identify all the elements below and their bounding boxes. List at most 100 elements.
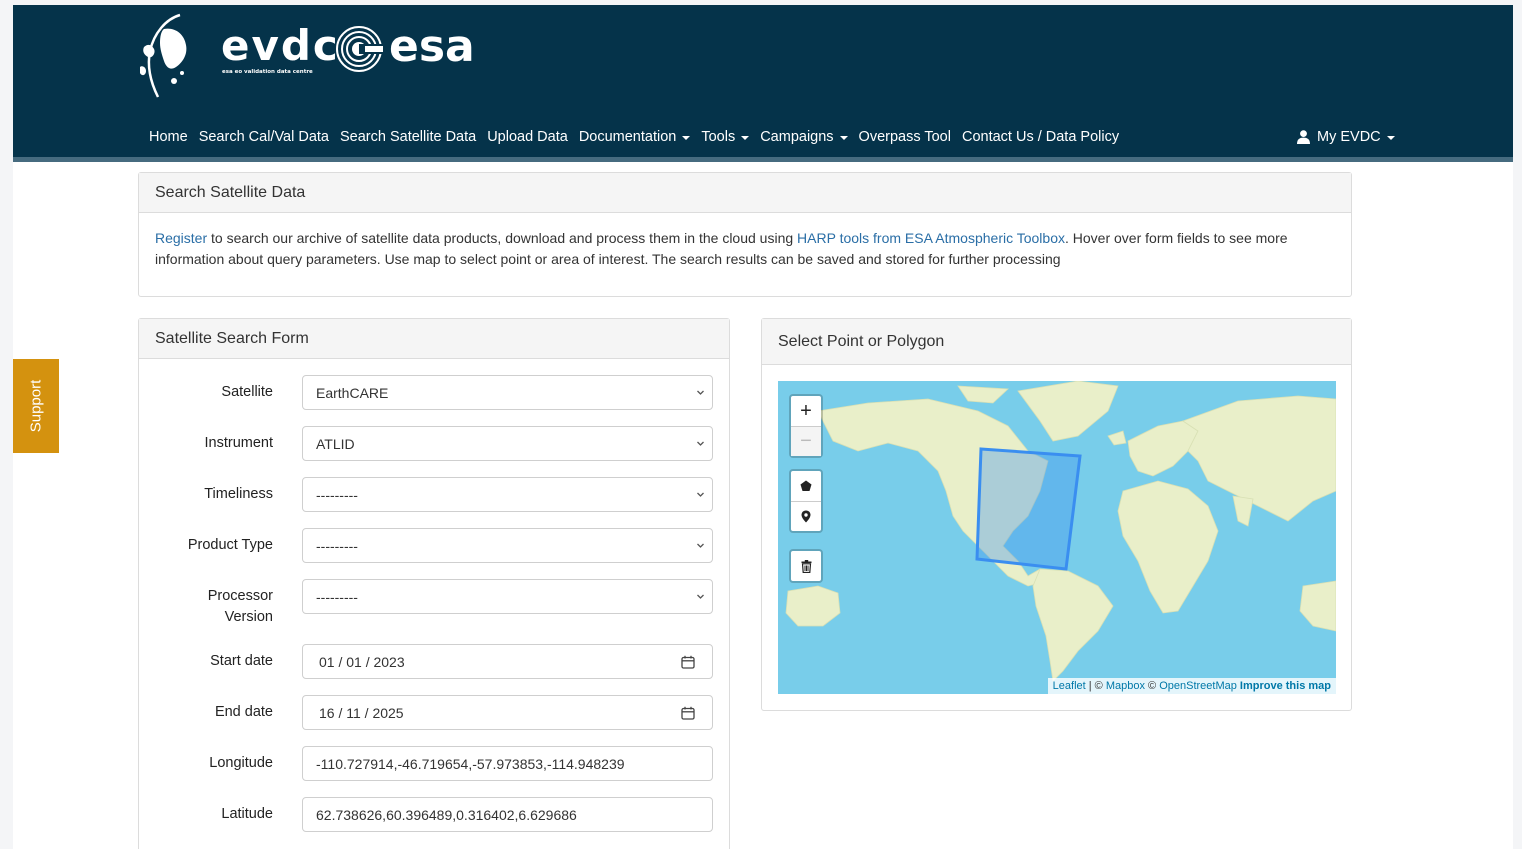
input-value: -110.727914,-46.719654,-57.973853,-114.9… [316, 755, 625, 772]
nav-label: Overpass Tool [858, 129, 951, 145]
caret-down-icon [682, 136, 691, 140]
zoom-control: + − [789, 394, 823, 458]
panel-title: Search Satellite Data [139, 173, 1351, 213]
nav-label: Tools [701, 129, 736, 145]
map-attribution: Leaflet | © Mapbox © OpenStreetMap Impro… [1047, 678, 1336, 694]
nav-label: Search Satellite Data [339, 129, 477, 145]
search-satellite-data-panel: Search Satellite Data Register to search… [138, 172, 1352, 297]
panel-title: Satellite Search Form [139, 319, 729, 359]
support-tab[interactable]: Support [13, 359, 59, 453]
date-value: 01 / 01 / 2023 [319, 653, 405, 670]
satellite-label: Satellite [221, 384, 273, 400]
caret-down-icon [839, 136, 848, 140]
intro-text-part: to search our archive of satellite data … [207, 230, 798, 246]
zoom-in-button[interactable]: + [791, 396, 821, 426]
start-date-label: Start date [210, 653, 273, 669]
nav-campaigns-dropdown[interactable]: Campaigns [760, 129, 848, 145]
delete-layers-button[interactable] [791, 551, 821, 581]
nav-label: Documentation [578, 129, 677, 145]
nav-label: Upload Data [487, 129, 568, 145]
zoom-in-icon: + [800, 399, 812, 422]
select-point-or-polygon-panel: Select Point or Polygon + − Leaflet | © … [761, 318, 1352, 711]
chevron-down-icon [697, 390, 704, 395]
caret-down-icon [741, 136, 750, 140]
user-icon [1297, 130, 1310, 144]
leaflet-link[interactable]: Leaflet [1053, 680, 1086, 692]
evdc-logo-text: evdc [221, 21, 340, 70]
select-value: EarthCARE [316, 384, 389, 401]
attribution-separator: | © [1085, 680, 1106, 692]
draw-toolbar [789, 469, 823, 533]
timeliness-select[interactable]: --------- [302, 477, 713, 512]
esa-logo-text: esa [389, 21, 475, 72]
nav-search-satellite-data[interactable]: Search Satellite Data [340, 129, 476, 145]
caret-down-icon [1386, 136, 1395, 140]
edit-toolbar [789, 549, 823, 583]
attribution-separator: © [1144, 680, 1160, 692]
nav-documentation-dropdown[interactable]: Documentation [579, 129, 691, 145]
processor-version-select[interactable]: --------- [302, 579, 713, 614]
intro-text: Register to search our archive of satell… [139, 213, 1351, 270]
calendar-icon[interactable] [681, 655, 695, 669]
longitude-label: Longitude [209, 755, 273, 771]
longitude-input[interactable]: -110.727914,-46.719654,-57.973853,-114.9… [302, 746, 713, 781]
world-map [785, 381, 1336, 682]
nav-search-calval-data[interactable]: Search Cal/Val Data [199, 129, 329, 145]
chevron-down-icon [697, 543, 704, 548]
nav-home[interactable]: Home [149, 129, 188, 145]
my-evdc-dropdown[interactable]: My EVDC [1297, 127, 1395, 147]
instrument-select[interactable]: ATLID [302, 426, 713, 461]
map-canvas[interactable]: + − Leaflet | © Mapbox © OpenStreetMap I… [778, 381, 1336, 694]
date-value: 16 / 11 / 2025 [319, 704, 404, 721]
browser-page: evdc esa eo validation data centre esa H… [13, 5, 1513, 849]
improve-map-link[interactable]: Improve this map [1240, 680, 1331, 692]
trash-icon [801, 559, 811, 573]
draw-polygon-button[interactable] [791, 471, 821, 501]
polygon-icon [800, 480, 812, 491]
mapbox-link[interactable]: Mapbox [1106, 680, 1145, 692]
harp-tools-link[interactable]: HARP tools from ESA Atmospheric Toolbox [797, 230, 1065, 246]
input-value: 62.738626,60.396489,0.316402,6.629686 [316, 806, 577, 823]
product-type-select[interactable]: --------- [302, 528, 713, 563]
latitude-label: Latitude [221, 806, 273, 822]
evdc-logo-subtitle: esa eo validation data centre [222, 69, 313, 75]
select-value: --------- [316, 486, 358, 503]
chevron-down-icon [697, 441, 704, 446]
openstreetmap-link[interactable]: OpenStreetMap [1159, 680, 1237, 692]
chevron-down-icon [697, 594, 704, 599]
zoom-out-button[interactable]: − [791, 426, 821, 456]
nav-label: Home [149, 129, 188, 145]
nav-label: Contact Us / Data Policy [961, 129, 1120, 145]
evdc-globe-logo [140, 13, 187, 98]
draw-marker-button[interactable] [791, 501, 821, 531]
nav-overpass-tool[interactable]: Overpass Tool [859, 129, 951, 145]
map-marker-icon [801, 510, 811, 523]
end-date-label: End date [214, 704, 273, 720]
my-evdc-label: My EVDC [1317, 129, 1381, 145]
processor-version-label: Processor Version [207, 588, 273, 625]
chevron-down-icon [697, 492, 704, 497]
nav-tools-dropdown[interactable]: Tools [701, 129, 750, 145]
timeliness-label: Timeliness [204, 486, 273, 502]
select-value: --------- [316, 588, 358, 605]
select-value: ATLID [316, 435, 355, 452]
esa-emblem-icon [336, 26, 385, 72]
start-date-input[interactable]: 01 / 01 / 2023 [302, 644, 713, 679]
latitude-input[interactable]: 62.738626,60.396489,0.316402,6.629686 [302, 797, 713, 832]
selected-polygon[interactable] [975, 447, 1082, 571]
nav-label: Campaigns [760, 129, 834, 145]
instrument-label: Instrument [204, 435, 274, 451]
nav-upload-data[interactable]: Upload Data [487, 129, 568, 145]
site-header: evdc esa eo validation data centre esa H… [13, 5, 1513, 162]
satellite-select[interactable]: EarthCARE [302, 375, 713, 410]
panel-title: Select Point or Polygon [762, 319, 1351, 365]
support-label: Support [27, 379, 45, 433]
evdc-logo[interactable]: evdc esa eo validation data centre [221, 23, 340, 76]
select-value: --------- [316, 537, 358, 554]
register-link[interactable]: Register [155, 230, 207, 246]
end-date-input[interactable]: 16 / 11 / 2025 [302, 695, 713, 730]
product-type-label: Product Type [187, 537, 273, 553]
zoom-out-icon: − [800, 430, 812, 452]
calendar-icon[interactable] [681, 706, 695, 720]
nav-contact-us-data-policy[interactable]: Contact Us / Data Policy [962, 129, 1119, 145]
